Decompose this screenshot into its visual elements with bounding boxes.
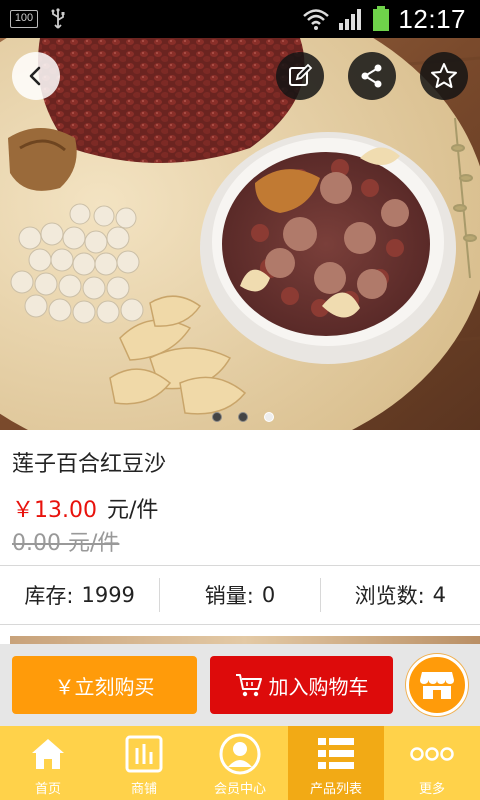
product-photo	[0, 38, 480, 430]
stat-views: 浏览数: 4	[321, 566, 480, 624]
more-icon	[410, 747, 454, 761]
edit-icon	[289, 63, 313, 86]
stat-label: 浏览数:	[354, 584, 425, 608]
price-row: ￥13.00 元/件	[12, 492, 158, 524]
clock: 12:17	[398, 3, 466, 34]
back-button[interactable]	[12, 52, 60, 100]
add-to-cart-button[interactable]: 加入购物车	[210, 656, 393, 714]
carousel-dot[interactable]	[212, 412, 222, 422]
stat-stock: 库存: 1999	[0, 566, 159, 624]
bottom-nav: 首页 商铺 会员中心 产品列表 更多	[0, 726, 480, 800]
shop-icon	[125, 735, 163, 773]
nav-label: 首页	[34, 782, 61, 797]
purchase-action-bar: ￥立刻购买 加入购物车	[0, 644, 480, 726]
nav-item-more[interactable]: 更多	[384, 726, 480, 800]
original-price: 0.00 元/件	[12, 531, 120, 556]
divider	[0, 624, 480, 625]
share-button[interactable]	[348, 52, 396, 100]
product-price: ￥13.00	[12, 498, 97, 523]
favorite-button[interactable]	[420, 52, 468, 100]
stat-value: 0	[261, 583, 276, 607]
chevron-left-icon	[29, 66, 41, 86]
stat-label: 库存:	[24, 584, 74, 608]
nav-item-product-list[interactable]: 产品列表	[288, 726, 384, 800]
stat-value: 4	[432, 583, 447, 607]
signal-icon	[339, 9, 362, 30]
product-title: 莲子百合红豆沙	[12, 452, 167, 477]
star-icon	[431, 63, 457, 88]
price-unit: 元/件	[106, 498, 159, 523]
store-button[interactable]	[406, 654, 468, 716]
nav-label: 产品列表	[309, 782, 362, 797]
home-icon	[32, 739, 64, 769]
nav-item-shop[interactable]: 商铺	[96, 726, 192, 800]
cart-icon	[235, 674, 262, 697]
description-image-peek	[10, 636, 480, 644]
nav-label: 会员中心	[213, 782, 266, 797]
carousel-indicator	[212, 412, 274, 422]
nav-item-home[interactable]: 首页	[0, 726, 96, 800]
product-stats: 库存: 1999 销量: 0 浏览数: 4	[0, 566, 480, 624]
buy-now-button[interactable]: ￥立刻购买	[12, 656, 197, 714]
stat-label: 销量:	[204, 584, 254, 608]
nav-label: 商铺	[130, 782, 157, 797]
carousel-dot-active[interactable]	[264, 412, 274, 422]
edit-button[interactable]	[276, 52, 324, 100]
product-image-carousel[interactable]	[0, 38, 480, 430]
stat-value: 1999	[81, 583, 135, 607]
list-icon	[318, 738, 354, 769]
share-icon	[361, 64, 382, 88]
nav-item-member[interactable]: 会员中心	[192, 726, 288, 800]
nav-label: 更多	[418, 782, 445, 797]
stat-sales: 销量: 0	[160, 566, 319, 624]
add-to-cart-label: 加入购物车	[268, 674, 369, 699]
battery-level-icon: 100	[10, 10, 38, 28]
usb-icon	[51, 8, 65, 29]
store-icon	[420, 672, 454, 699]
status-bar: 100 12:17	[0, 0, 480, 38]
member-icon	[219, 733, 261, 775]
wifi-icon	[303, 9, 330, 30]
battery-icon	[373, 6, 390, 31]
carousel-dot[interactable]	[238, 412, 248, 422]
